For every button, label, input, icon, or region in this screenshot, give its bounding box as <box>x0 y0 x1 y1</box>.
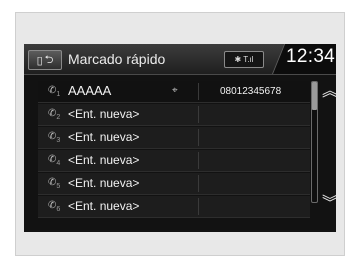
divider <box>198 175 199 192</box>
phone-icon: ✆5 <box>48 177 61 190</box>
list-item[interactable]: ✆5 <Ent. nueva> <box>38 173 310 195</box>
phone-icon: ✆2 <box>48 108 61 121</box>
scroll-up-icon[interactable]: ︽ <box>322 84 336 100</box>
list-item[interactable]: ✆6 <Ent. nueva> <box>38 196 310 218</box>
entry-number: 08012345678 <box>220 86 282 97</box>
divider <box>198 198 199 215</box>
divider <box>198 129 199 146</box>
status-indicator: ✱ T.ıl <box>224 51 264 68</box>
speed-dial-list: ✆1 AAAAA ⌖ 08012345678 ✆2 <Ent. nueva> ✆… <box>38 81 310 219</box>
list-item[interactable]: ✆1 AAAAA ⌖ 08012345678 <box>38 81 310 103</box>
divider <box>198 152 199 169</box>
entry-name: <Ent. nueva> <box>68 107 140 121</box>
entry-name: <Ent. nueva> <box>68 153 140 167</box>
clock: 12:34 <box>286 46 336 67</box>
phone-icon: ✆3 <box>48 131 61 144</box>
list-item[interactable]: ✆2 <Ent. nueva> <box>38 104 310 126</box>
scrollbar-thumb[interactable] <box>312 82 317 110</box>
scrollbar[interactable] <box>311 81 318 203</box>
page-title: Marcado rápido <box>68 51 166 67</box>
entry-name: AAAAA <box>68 83 112 98</box>
list-item[interactable]: ✆3 <Ent. nueva> <box>38 127 310 149</box>
phone-icon: ✆4 <box>48 154 61 167</box>
phone-icon: ✆6 <box>48 200 61 213</box>
entry-name: <Ent. nueva> <box>68 176 140 190</box>
scroll-down-icon[interactable]: ︾ <box>322 196 336 212</box>
phone-icon: ✆1 <box>48 85 61 98</box>
entry-name: <Ent. nueva> <box>68 199 140 213</box>
screen: ▯ ⮌ Marcado rápido ✱ T.ıl 12:34 ✆1 AAAAA… <box>24 44 336 232</box>
divider <box>198 106 199 123</box>
entry-name: <Ent. nueva> <box>68 130 140 144</box>
header: ▯ ⮌ Marcado rápido ✱ T.ıl 12:34 <box>24 44 336 75</box>
back-arrow-icon: ⮌ <box>44 53 54 66</box>
phone-mini-icon: ▯ <box>36 54 43 67</box>
divider <box>198 83 199 100</box>
back-button[interactable]: ▯ ⮌ <box>28 50 62 70</box>
list-item[interactable]: ✆4 <Ent. nueva> <box>38 150 310 172</box>
voice-tag-icon: ⌖ <box>172 85 178 96</box>
